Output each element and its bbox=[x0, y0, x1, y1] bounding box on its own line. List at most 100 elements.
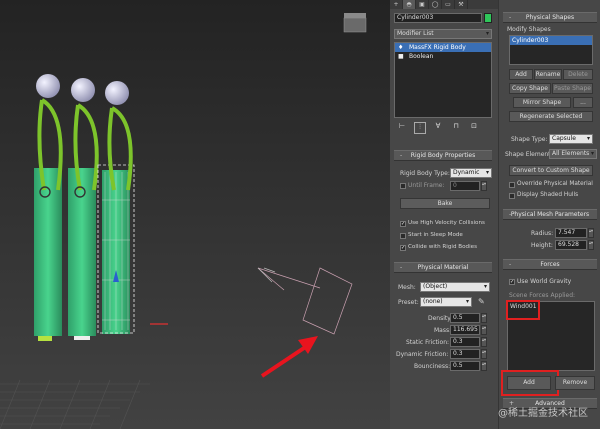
density-field[interactable]: 0.5 bbox=[450, 313, 480, 323]
modifier-square-icon: ■ bbox=[398, 53, 404, 60]
paste-shape-button[interactable]: Paste Shape bbox=[552, 83, 593, 94]
bake-button[interactable]: Bake bbox=[400, 198, 490, 209]
lightbulb-icon: ♦ bbox=[398, 44, 404, 51]
mesh-parameters-rollout[interactable]: - Physical Mesh Parameters bbox=[503, 209, 597, 220]
mesh-parameters-title: Physical Mesh Parameters bbox=[510, 211, 590, 218]
viewcube-icon bbox=[343, 13, 367, 33]
physical-material-title: Physical Material bbox=[417, 264, 469, 271]
eyedropper-icon[interactable]: ✎ bbox=[478, 297, 485, 306]
physical-shapes-title: Physical Shapes bbox=[525, 14, 575, 21]
display-hulls-label: Display Shaded Hulls bbox=[517, 192, 579, 198]
override-material-checkbox[interactable] bbox=[509, 182, 515, 188]
density-spinner[interactable]: ▴▾ bbox=[481, 313, 487, 323]
shapes-list[interactable]: Cylinder003 bbox=[509, 35, 593, 65]
stack-item-boolean-label: Boolean bbox=[409, 53, 434, 60]
static-friction-field[interactable]: 0.3 bbox=[450, 337, 480, 347]
physical-shapes-rollout[interactable]: - Physical Shapes bbox=[503, 12, 597, 23]
dynamic-friction-spinner[interactable]: ▴▾ bbox=[481, 349, 487, 359]
forces-title: Forces bbox=[540, 261, 560, 268]
high-velocity-checkbox[interactable]: ✓ bbox=[400, 221, 406, 227]
object-color-swatch[interactable] bbox=[484, 13, 492, 23]
create-tab[interactable]: + bbox=[390, 0, 403, 9]
shapes-list-item[interactable]: Cylinder003 bbox=[510, 36, 592, 45]
modifier-stack[interactable]: ♦ MassFX Rigid Body ■ Boolean bbox=[394, 42, 492, 118]
mass-spinner[interactable]: ▴▾ bbox=[481, 325, 487, 335]
stack-toolbar: ⊢ ⫶ ∀ ⊓ ⊡ bbox=[396, 122, 492, 134]
modify-tab[interactable]: ◓ bbox=[403, 0, 416, 9]
until-frame-spinner[interactable]: ▴▾ bbox=[481, 181, 487, 191]
mirror-options-button[interactable]: ... bbox=[573, 97, 593, 108]
sleep-mode-checkbox[interactable] bbox=[400, 233, 406, 239]
until-frame-label: Until Frame: bbox=[408, 182, 445, 189]
stack-item-massfx[interactable]: ♦ MassFX Rigid Body bbox=[395, 43, 491, 52]
hierarchy-tab[interactable]: ▣ bbox=[416, 0, 429, 9]
mass-field[interactable]: 116.695 bbox=[450, 325, 480, 335]
collide-rigid-bodies-checkbox[interactable]: ✓ bbox=[400, 245, 406, 251]
forces-rollout[interactable]: - Forces bbox=[503, 259, 597, 270]
rigid-body-type-label: Rigid Body Type: bbox=[400, 170, 450, 177]
make-unique-icon[interactable]: ∀ bbox=[432, 122, 444, 134]
display-tab[interactable]: ▭ bbox=[442, 0, 455, 9]
mass-label: Mass: bbox=[434, 327, 452, 334]
dynamic-friction-field[interactable]: 0.3 bbox=[450, 349, 480, 359]
object-name-field[interactable]: Cylinder003 bbox=[394, 13, 482, 23]
show-end-result-icon[interactable]: ⫶ bbox=[414, 122, 426, 134]
sleep-mode-label: Start in Sleep Mode bbox=[408, 232, 463, 238]
remove-modifier-icon[interactable]: ⊓ bbox=[450, 122, 462, 134]
preset-select[interactable]: (none) bbox=[420, 297, 472, 307]
remove-force-button[interactable]: Remove bbox=[555, 376, 595, 390]
until-frame-checkbox[interactable] bbox=[400, 183, 406, 189]
static-friction-label: Static Friction: bbox=[406, 339, 450, 346]
delete-shape-button[interactable]: Delete bbox=[563, 69, 593, 80]
regenerate-selected-button[interactable]: Regenerate Selected bbox=[509, 111, 593, 122]
rigid-body-properties-rollout[interactable]: - Rigid Body Properties bbox=[394, 150, 492, 161]
scene-forces-applied-label: Scene Forces Applied: bbox=[509, 292, 576, 299]
scene-canvas[interactable] bbox=[0, 0, 390, 429]
rename-shape-button[interactable]: Rename bbox=[534, 69, 562, 80]
preset-label: Preset: bbox=[398, 299, 419, 306]
massfx-shapes-panel: - Physical Shapes Modify Shapes Cylinder0… bbox=[498, 0, 600, 429]
mesh-label: Mesh: bbox=[398, 284, 416, 291]
radius-label: Radius: bbox=[531, 230, 554, 237]
rigid-body-type-select[interactable]: Dynamic bbox=[450, 168, 492, 178]
watermark: @稀土掘金技术社区 bbox=[498, 408, 588, 419]
bounciness-spinner[interactable]: ▴▾ bbox=[481, 361, 487, 371]
mirror-shape-button[interactable]: Mirror Shape bbox=[513, 97, 571, 108]
command-panel: + ◓ ▣ ◯ ▭ ⚒ Cylinder003 Modifier List ♦ … bbox=[390, 0, 498, 429]
modifier-list-dropdown[interactable]: Modifier List bbox=[394, 29, 492, 39]
utilities-tab[interactable]: ⚒ bbox=[455, 0, 468, 9]
pin-stack-icon[interactable]: ⊢ bbox=[396, 122, 408, 134]
height-label: Height: bbox=[531, 242, 553, 249]
dynamic-friction-label: Dynamic Friction: bbox=[396, 351, 449, 358]
shape-element-select[interactable]: All Elements bbox=[549, 149, 597, 159]
override-material-label: Override Physical Material bbox=[517, 181, 593, 187]
mesh-select[interactable]: (Object) bbox=[420, 282, 490, 292]
add-shape-button[interactable]: Add bbox=[509, 69, 533, 80]
static-friction-spinner[interactable]: ▴▾ bbox=[481, 337, 487, 347]
height-field[interactable]: 69.528 bbox=[555, 240, 587, 250]
shape-element-label: Shape Element: bbox=[505, 151, 553, 158]
use-world-gravity-label: Use World Gravity bbox=[517, 278, 572, 285]
convert-custom-shape-button[interactable]: Convert to Custom Shape bbox=[509, 165, 593, 176]
bounciness-label: Bounciness: bbox=[414, 363, 451, 370]
stack-item-boolean[interactable]: ■ Boolean bbox=[395, 52, 491, 61]
until-frame-field[interactable]: 0 bbox=[450, 181, 480, 191]
use-world-gravity-checkbox[interactable]: ✓ bbox=[509, 279, 515, 285]
viewport-perspective[interactable] bbox=[0, 0, 390, 429]
copy-shape-button[interactable]: Copy Shape bbox=[509, 83, 551, 94]
motion-tab[interactable]: ◯ bbox=[429, 0, 442, 9]
rigid-body-properties-title: Rigid Body Properties bbox=[410, 152, 476, 159]
height-spinner[interactable]: ▴▾ bbox=[588, 240, 594, 250]
stack-item-massfx-label: MassFX Rigid Body bbox=[409, 44, 466, 51]
bounciness-field[interactable]: 0.5 bbox=[450, 361, 480, 371]
display-hulls-checkbox[interactable] bbox=[509, 193, 515, 199]
physical-material-rollout[interactable]: - Physical Material bbox=[394, 262, 492, 273]
highlight-box-add bbox=[501, 370, 559, 396]
collide-rigid-bodies-label: Collide with Rigid Bodies bbox=[408, 244, 478, 250]
radius-field[interactable]: 7.547 bbox=[555, 228, 587, 238]
modify-shapes-label: Modify Shapes bbox=[507, 26, 551, 33]
shape-type-select[interactable]: Capsule bbox=[549, 134, 593, 144]
configure-sets-icon[interactable]: ⊡ bbox=[468, 122, 480, 134]
command-panel-tabs: + ◓ ▣ ◯ ▭ ⚒ bbox=[390, 0, 498, 9]
radius-spinner[interactable]: ▴▾ bbox=[588, 228, 594, 238]
